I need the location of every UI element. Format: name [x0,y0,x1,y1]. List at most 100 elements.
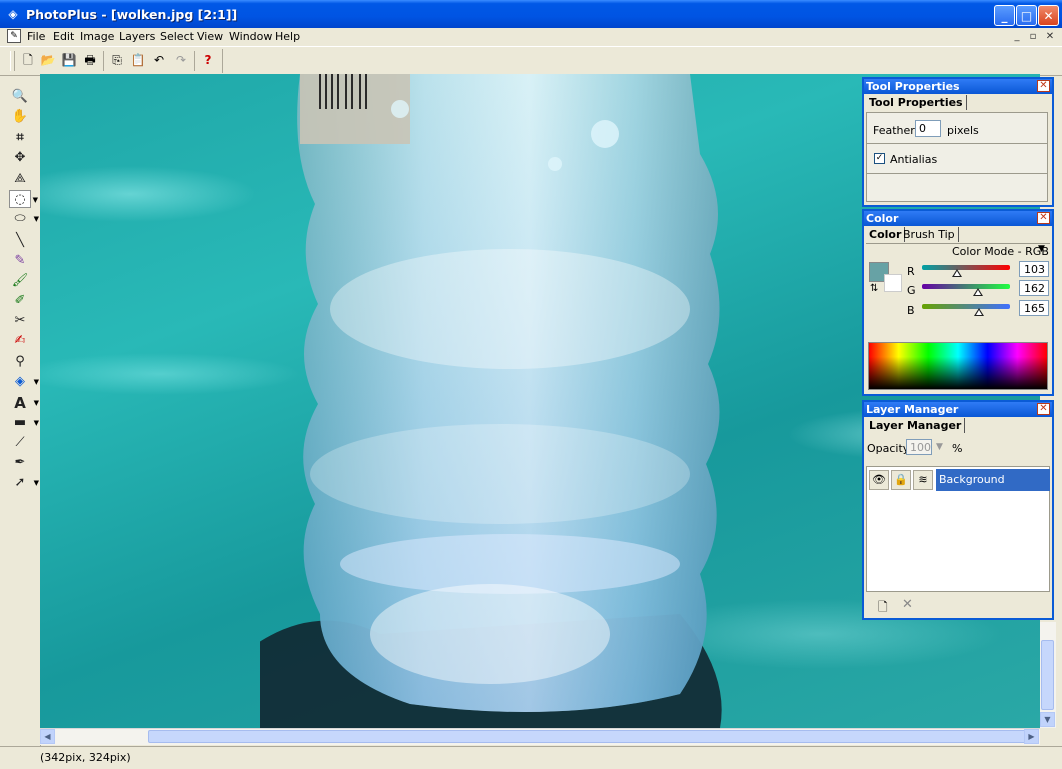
maximize-button[interactable]: □ [1016,5,1037,26]
feather-input[interactable]: 0 [915,120,941,137]
green-slider-thumb[interactable] [973,288,984,296]
opacity-input[interactable]: 100 [906,439,932,455]
app-icon[interactable]: ◈ [6,7,20,21]
color-close-icon[interactable]: ✕ [1037,212,1050,224]
tab-layer-manager[interactable]: Layer Manager [866,418,966,433]
minimize-button[interactable]: _ [994,5,1015,26]
color-panel: Color ✕ Color Brush Tip Color Mode - RGB… [862,209,1054,396]
swap-colors-icon[interactable]: ⇅ [870,283,878,294]
pencil-tool-icon[interactable]: ✎ [9,252,31,270]
toolbar-separator [103,51,104,71]
eraser-tool-icon[interactable]: ✂ [9,312,31,330]
opacity-unit: % [952,442,963,455]
red-slider-track[interactable] [922,265,1010,270]
color-mode-label[interactable]: Color Mode - RGB [952,245,1049,258]
color-picker-tool-icon[interactable]: ⚲ [9,353,31,371]
tool-properties-header[interactable]: Tool Properties [864,79,1052,94]
vertical-scrollbar[interactable]: ▼ [1040,622,1056,728]
layer-name[interactable]: Background [936,469,1050,491]
perspective-tool-icon[interactable]: ⟁ [9,170,31,188]
toolbar-grip[interactable] [10,51,15,71]
lasso-tool-icon[interactable]: ◌ ▼ [9,190,38,208]
new-icon[interactable]: 🗋 [19,51,37,69]
save-icon[interactable]: 💾 [60,51,78,69]
print-icon[interactable]: 🖶 [81,51,99,69]
antialias-label: Antialias [890,153,938,166]
horizontal-scroll-thumb[interactable] [148,730,1028,743]
document-close-button[interactable]: ✕ [1043,30,1057,43]
color-mode-dropdown-icon[interactable]: ▼ [1038,244,1045,254]
horizontal-scrollbar[interactable]: ◀ ▶ [40,728,1040,745]
status-bar: (342pix, 324pix) [0,746,1062,769]
toolbar-end [222,49,223,73]
pen-tool-icon[interactable]: ✒ [9,454,31,472]
color-header[interactable]: Color [864,211,1052,226]
scroll-left-button[interactable]: ◀ [40,729,55,744]
tool-properties-close-icon[interactable]: ✕ [1037,80,1050,92]
zoom-tool-icon[interactable]: 🔍 [9,88,31,106]
scroll-corner [1040,728,1056,744]
secondary-color-swatch[interactable] [884,274,902,292]
layer-row[interactable]: 👁 🔒 ≋ Background [869,469,1050,491]
menu-edit[interactable]: Edit [53,30,74,43]
straight-line-tool-icon[interactable]: ⟋ [9,434,31,452]
hand-tool-icon[interactable]: ✋ [9,108,31,126]
crop-tool-icon[interactable]: ⌗ [9,129,31,147]
tab-brush-tip[interactable]: Brush Tip [900,227,959,242]
shape-tool-icon[interactable]: ▬ ▼ [9,414,39,432]
color-spectrum-picker[interactable] [868,342,1048,390]
layer-visibility-eye-icon[interactable]: 👁 [869,470,889,490]
clone-tool-icon[interactable]: ✐ [9,292,31,310]
blue-slider-track[interactable] [922,304,1010,309]
layer-lock-icon[interactable]: 🔒 [891,470,911,490]
blue-value-input[interactable]: 165 [1019,300,1049,316]
document-icon[interactable]: ✎ [7,29,21,43]
menu-select[interactable]: Select [160,30,194,43]
copy-icon[interactable]: ⎘ [108,51,126,69]
vertical-scroll-thumb[interactable] [1041,640,1054,710]
paste-icon[interactable]: 📋 [129,51,147,69]
divider [866,243,1050,244]
standard-toolbar: 🗋 📂 💾 🖶 ⎘ 📋 ↶ ↷ ? [0,46,1062,76]
scroll-down-button[interactable]: ▼ [1040,712,1055,727]
ellipse-select-tool-icon[interactable]: ⬭ ▼ [9,210,39,228]
redo-icon[interactable]: ↷ [172,51,190,69]
menu-layers[interactable]: Layers [119,30,155,43]
node-select-tool-icon[interactable]: ➚ ▼ [9,474,39,492]
green-slider-track[interactable] [922,284,1010,289]
layer-manager-close-icon[interactable]: ✕ [1037,403,1050,415]
menu-bar: ✎ File Edit Image Layers Select View Win… [0,28,1062,46]
menu-image[interactable]: Image [80,30,114,43]
document-restore-button[interactable]: ▫ [1026,30,1040,43]
opacity-dropdown-icon[interactable]: ▼ [936,442,943,452]
smudge-tool-icon[interactable]: ✍ [9,332,31,350]
tab-tool-properties[interactable]: Tool Properties [866,95,967,110]
move-tool-icon[interactable]: ✥ [9,149,31,167]
tool-properties-content: Feather: 0 pixels ✓ Antialias [866,112,1048,202]
layer-manager-header[interactable]: Layer Manager [864,402,1052,417]
open-icon[interactable]: 📂 [39,51,57,69]
antialias-checkbox[interactable]: ✓ [874,153,885,164]
delete-layer-icon[interactable]: ✕ [902,597,913,612]
red-value-input[interactable]: 103 [1019,261,1049,277]
blue-slider-thumb[interactable] [974,308,985,316]
red-slider-thumb[interactable] [952,269,963,277]
new-layer-icon[interactable]: 🗋 [878,598,888,619]
paintbrush-tool-icon[interactable]: 🖌 [9,272,31,290]
menu-window[interactable]: Window [229,30,272,43]
close-button[interactable]: ✕ [1038,5,1059,26]
document-minimize-button[interactable]: _ [1010,30,1024,43]
scroll-right-button[interactable]: ▶ [1024,729,1039,744]
fill-tool-icon[interactable]: ◈ ▼ [9,373,39,391]
menu-help[interactable]: Help [275,30,300,43]
text-tool-icon[interactable]: A ▼ [9,394,39,412]
toolbar-separator [194,51,195,71]
layer-manager-panel: Layer Manager ✕ Layer Manager Opacity: 1… [862,400,1054,620]
line-tool-icon[interactable]: ╲ [9,232,31,250]
menu-file[interactable]: File [27,30,45,43]
menu-view[interactable]: View [197,30,223,43]
help-icon[interactable]: ? [199,51,217,69]
undo-icon[interactable]: ↶ [150,51,168,69]
green-value-input[interactable]: 162 [1019,280,1049,296]
layer-blend-icon[interactable]: ≋ [913,470,933,490]
